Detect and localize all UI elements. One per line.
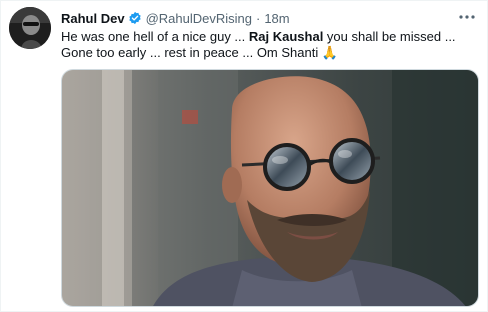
tweet-photo[interactable] [61, 69, 479, 307]
avatar[interactable] [9, 7, 51, 49]
more-options-icon[interactable] [457, 9, 477, 25]
author-name[interactable]: Rahul Dev [61, 11, 125, 26]
tweet-card[interactable]: Rahul Dev @RahulDevRising · 18m He was o… [0, 0, 488, 312]
tweet-timestamp[interactable]: 18m [264, 11, 289, 26]
header-separator: · [255, 10, 261, 26]
verified-badge-icon [128, 11, 142, 25]
author-handle[interactable]: @RahulDevRising [146, 11, 252, 26]
tweet-text: He was one hell of a nice guy ... Raj Ka… [61, 29, 479, 61]
tweet-header: Rahul Dev @RahulDevRising · 18m [61, 9, 290, 27]
tweet-text-part1: He was one hell of a nice guy ... [61, 29, 249, 44]
mentioned-name: Raj Kaushal [248, 29, 324, 44]
